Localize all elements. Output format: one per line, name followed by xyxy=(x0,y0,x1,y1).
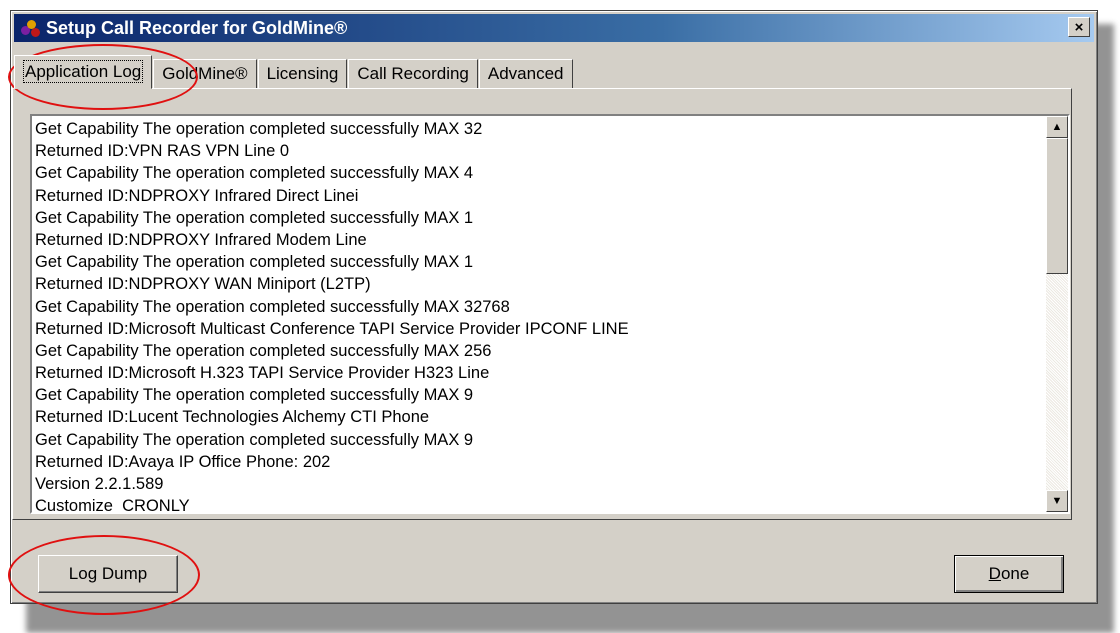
done-button[interactable]: Done xyxy=(954,555,1064,593)
scroll-thumb[interactable] xyxy=(1046,138,1068,274)
log-line: Get Capability The operation completed s… xyxy=(35,297,510,316)
tab-application-log[interactable]: Application Log xyxy=(14,55,153,89)
log-line: Returned ID:Avaya IP Office Phone: 202 xyxy=(35,452,331,471)
arrow-up-icon: ▲ xyxy=(1051,121,1063,133)
log-line: Get Capability The operation completed s… xyxy=(35,253,474,272)
log-line: Get Capability The operation completed s… xyxy=(35,430,474,449)
log-line: Returned ID:NDPROXY Infrared Modem Line xyxy=(35,230,367,249)
log-line: Returned ID:Microsoft H.323 TAPI Service… xyxy=(35,364,490,383)
tab-call-recording[interactable]: Call Recording xyxy=(348,59,478,89)
log-line: Get Capability The operation completed s… xyxy=(35,341,492,360)
log-line: Version 2.2.1.589 xyxy=(35,475,164,493)
log-line: Returned ID:NDPROXY WAN Miniport (L2TP) xyxy=(35,275,371,294)
log-line: Get Capability The operation completed s… xyxy=(35,208,474,227)
scroll-down-button[interactable]: ▼ xyxy=(1046,490,1068,512)
window-title: Setup Call Recorder for GoldMine® xyxy=(46,17,348,38)
log-line: Returned ID:VPN RAS VPN Line 0 xyxy=(35,142,290,161)
highlight-ellipse-log-dump xyxy=(8,535,200,615)
log-line: Returned ID:Lucent Technologies Alchemy … xyxy=(35,408,430,427)
close-button[interactable]: × xyxy=(1068,17,1090,37)
app-icon xyxy=(20,18,42,38)
tab-licensing[interactable]: Licensing xyxy=(257,59,348,89)
log-lines: Get Capability The operation completed s… xyxy=(35,118,1044,514)
log-line: Returned ID:NDPROXY Infrared Direct Line… xyxy=(35,186,359,205)
scroll-up-button[interactable]: ▲ xyxy=(1046,116,1068,138)
tab-strip: Application Log GoldMine® Licensing Call… xyxy=(14,55,574,89)
vertical-scrollbar[interactable]: ▲ ▼ xyxy=(1046,116,1068,512)
tab-advanced[interactable]: Advanced xyxy=(478,59,573,89)
log-line: Returned ID:Microsoft Multicast Conferen… xyxy=(35,319,629,338)
close-icon: × xyxy=(1074,18,1084,36)
title-bar[interactable]: Setup Call Recorder for GoldMine® × xyxy=(14,14,1094,42)
log-line: Get Capability The operation completed s… xyxy=(35,120,483,138)
log-line: Customize_CRONLY xyxy=(35,497,190,514)
arrow-down-icon: ▼ xyxy=(1051,495,1063,507)
log-line: Get Capability The operation completed s… xyxy=(35,386,474,405)
application-log-textarea[interactable]: Get Capability The operation completed s… xyxy=(30,114,1070,514)
log-line: Get Capability The operation completed s… xyxy=(35,164,474,183)
